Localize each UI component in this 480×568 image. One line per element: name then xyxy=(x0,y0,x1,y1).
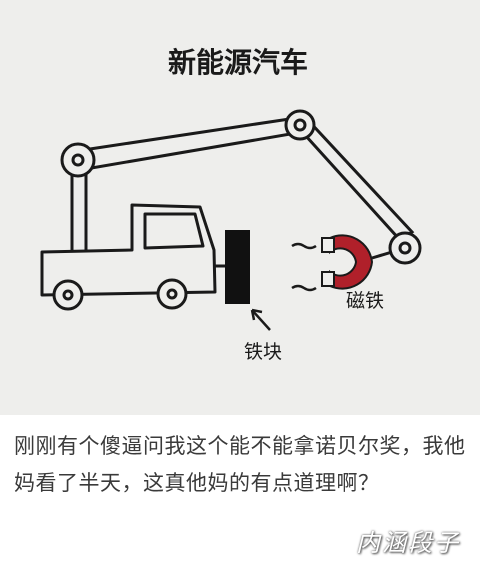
meme-image: 新能源汽车 磁铁 铁块 刚刚有个傻逼问我这个能不能拿诺贝尔奖，我他妈看了半天，这… xyxy=(0,0,480,568)
drawing-title: 新能源汽车 xyxy=(168,46,308,79)
magnet-label: 磁铁 xyxy=(346,290,384,312)
watermark: 内涵段子 xyxy=(356,529,460,557)
rear-wheel xyxy=(52,279,84,311)
front-wheel xyxy=(156,278,188,310)
iron-block-shape xyxy=(225,230,250,304)
cartoon-drawing: 新能源汽车 磁铁 铁块 xyxy=(0,0,480,415)
meme-caption: 刚刚有个傻逼问我这个能不能拿诺贝尔奖，我他妈看了半天，这真他妈的有点道理啊？ xyxy=(14,434,466,495)
iron-block-label: 铁块 xyxy=(244,341,282,363)
